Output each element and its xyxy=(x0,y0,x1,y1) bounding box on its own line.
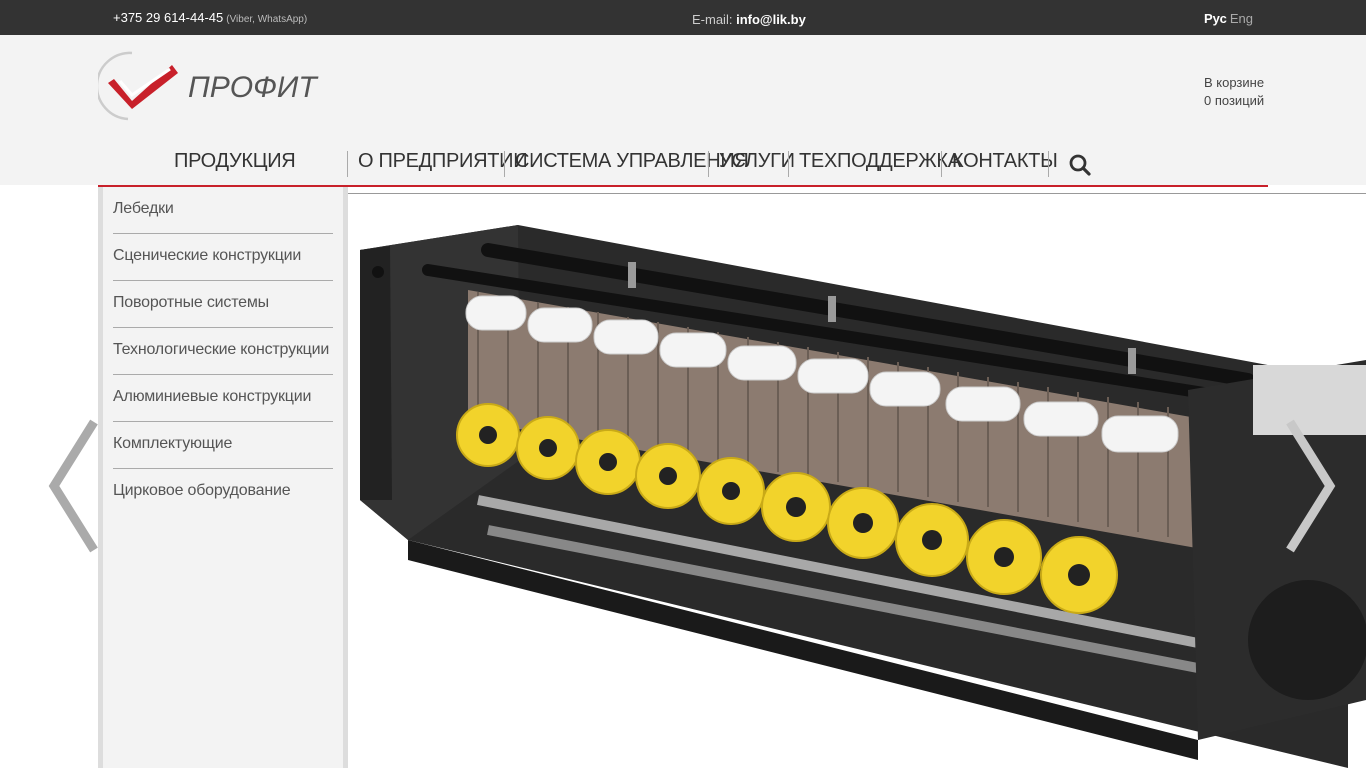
dropdown-item-aluminium-structures[interactable]: Алюминиевые конструкции xyxy=(113,375,333,422)
lang-en[interactable]: Eng xyxy=(1230,11,1253,26)
top-bar: +375 29 614-44-45 (Viber, WhatsApp) E-mai… xyxy=(0,0,1366,35)
nav-item-about[interactable]: О ПРЕДПРИЯТИИ xyxy=(358,150,528,173)
dropdown-item-stage-structures[interactable]: Сценические конструкции xyxy=(113,234,333,281)
nav-separator xyxy=(347,151,348,177)
nav-separator xyxy=(941,151,942,177)
lang-ru[interactable]: Рус xyxy=(1204,11,1227,26)
nav-item-products[interactable]: ПРОДУКЦИЯ xyxy=(174,150,296,173)
main-nav: ПРОДУКЦИЯ О ПРЕДПРИЯТИИ СИСТЕМА УПРАВЛЕН… xyxy=(98,140,1268,187)
email-label: E-mail: xyxy=(692,12,733,27)
nav-separator xyxy=(708,151,709,177)
phone-number[interactable]: +375 29 614-44-45 (Viber, WhatsApp) xyxy=(113,10,307,25)
cart-title: В корзине xyxy=(1204,75,1265,90)
nav-item-control-system[interactable]: СИСТЕМА УПРАВЛЕНИЯ xyxy=(515,150,749,173)
email-link[interactable]: info@lik.by xyxy=(736,12,806,27)
cart-count: 0 позиций xyxy=(1204,93,1265,108)
chevron-right-icon[interactable] xyxy=(1286,418,1338,554)
language-switcher: Рус Eng xyxy=(1204,11,1253,26)
nav-separator xyxy=(788,151,789,177)
nav-separator xyxy=(1048,151,1049,177)
product-slide-image xyxy=(360,225,1366,768)
dropdown-item-circus-equipment[interactable]: Цирковое оборудование xyxy=(113,469,333,516)
nav-item-contacts[interactable]: КОНТАКТЫ xyxy=(952,150,1058,173)
chevron-left-icon[interactable] xyxy=(46,418,98,554)
dropdown-item-rotating-systems[interactable]: Поворотные системы xyxy=(113,281,333,328)
search-icon[interactable] xyxy=(1068,153,1092,177)
phone-note: (Viber, WhatsApp) xyxy=(226,14,308,25)
dropdown-item-winches[interactable]: Лебедки xyxy=(113,187,333,234)
logo-text: ПРОФИТ xyxy=(188,71,319,104)
dropdown-item-components[interactable]: Комплектующие xyxy=(113,422,333,469)
dropdown-item-technological-structures[interactable]: Технологические конструкции xyxy=(113,328,333,375)
profit-logo[interactable]: ПРОФИТ xyxy=(98,49,343,121)
nav-separator xyxy=(504,151,505,177)
nav-item-support[interactable]: ТЕХПОДДЕРЖКА xyxy=(799,150,961,173)
products-dropdown: Лебедки Сценические конструкции Поворотн… xyxy=(98,187,348,768)
cart-summary[interactable]: В корзине 0 позиций xyxy=(1204,74,1264,110)
email-contact: E-mail: info@lik.by xyxy=(692,12,806,27)
nav-item-services[interactable]: УСЛУГИ xyxy=(719,150,795,173)
phone-text[interactable]: +375 29 614-44-45 xyxy=(113,10,223,25)
